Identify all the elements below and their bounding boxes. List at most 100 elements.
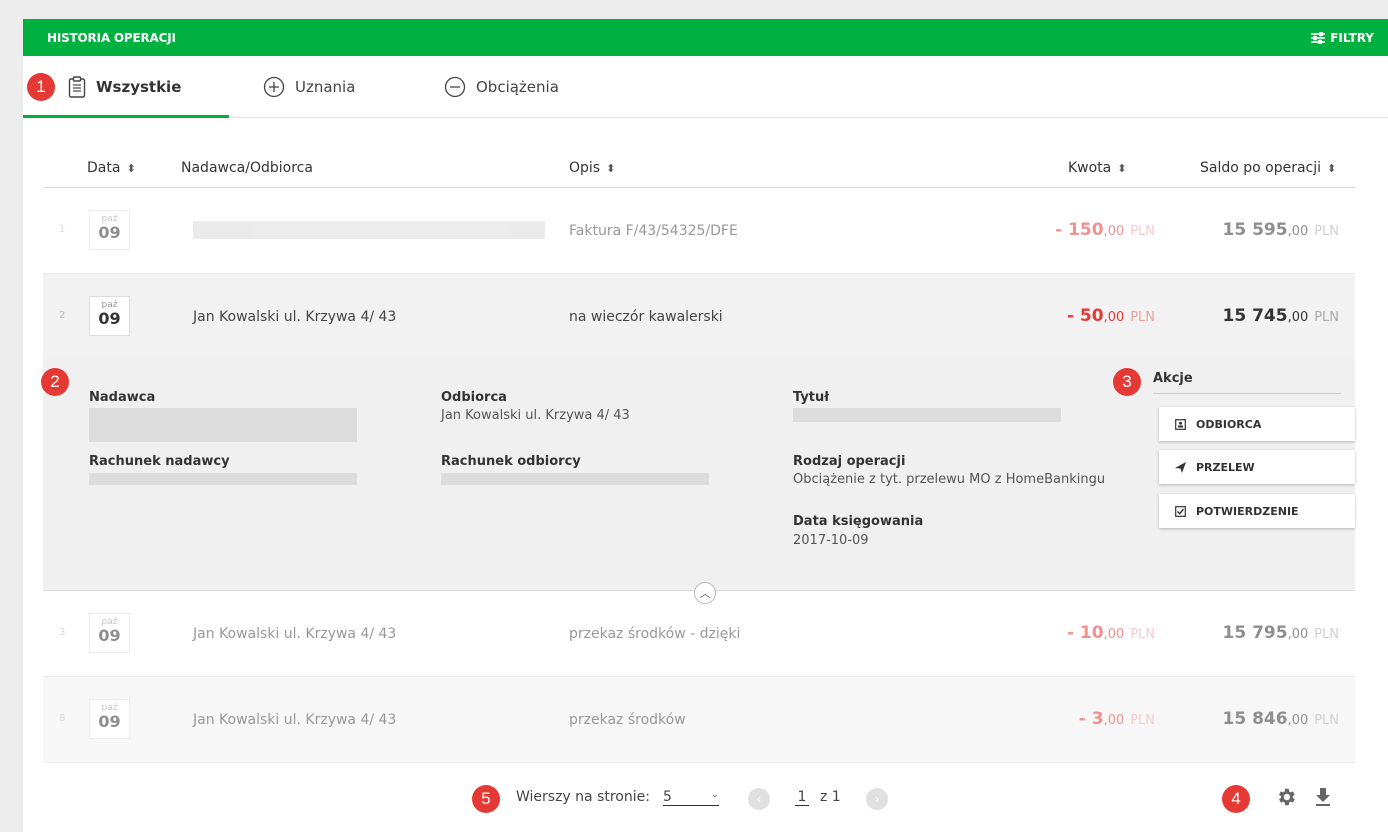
date-badge: paź 09 — [89, 296, 130, 336]
redacted-party — [193, 221, 545, 239]
row-amount: - 150,00 PLN — [1055, 220, 1155, 240]
prev-page-button[interactable]: ‹ — [748, 788, 770, 810]
table-header: Data ⬍ Nadawca/Odbiorca Opis ⬍ Kwota ⬍ S… — [43, 155, 1355, 188]
column-balance-label: Saldo po operacji — [1200, 160, 1322, 176]
tab-all-label: Wszystkie — [96, 78, 182, 96]
rows-per-page-value: 5 — [663, 789, 672, 805]
transfer-action-label: PRZELEW — [1196, 460, 1255, 474]
title-label: Tytuł — [793, 390, 830, 405]
annotation-badge: 1 — [27, 73, 55, 101]
filters-label: FILTRY — [1330, 30, 1374, 45]
operations-panel: HISTORIA OPERACJI FILTRY Wszystkie Uznan… — [23, 19, 1388, 832]
tab-debits-label: Obciążenia — [476, 78, 559, 96]
operation-details: Nadawca Rachunek nadawcy Odbiorca Jan Ko… — [43, 359, 1355, 604]
table-row[interactable]: 8 paź 09 Jan Kowalski ul. Krzywa 4/ 43 p… — [43, 677, 1355, 763]
row-balance: 15 745,00 PLN — [1222, 306, 1339, 326]
clipboard-icon — [68, 76, 86, 98]
row-number: 3 — [59, 627, 66, 638]
row-description: na wieczór kawalerski — [569, 309, 723, 325]
operation-type-label: Rodzaj operacji — [793, 454, 906, 469]
recipient-account-label: Rachunek odbiorcy — [441, 454, 581, 469]
row-amount: - 50,00 PLN — [1066, 306, 1155, 326]
table-row-expanded[interactable]: 2 paź 09 Jan Kowalski ul. Krzywa 4/ 43 n… — [43, 274, 1355, 360]
row-description: Faktura F/43/54325/DFE — [569, 223, 738, 239]
row-number: 1 — [59, 224, 66, 235]
date-day: 09 — [98, 712, 121, 731]
chevron-right-icon: › — [874, 792, 880, 806]
recipient-action-button[interactable]: ODBIORCA — [1159, 407, 1355, 441]
minus-circle-icon — [444, 76, 466, 98]
active-tab-indicator — [23, 115, 229, 118]
sender-account-label: Rachunek nadawcy — [89, 454, 230, 469]
chevron-up-icon: ︿ — [699, 587, 711, 600]
row-description: przekaz środków — [569, 712, 686, 728]
row-balance: 15 795,00 PLN — [1222, 623, 1339, 643]
redacted-sender-account — [89, 473, 357, 485]
column-party-label: Nadawca/Odbiorca — [181, 160, 313, 176]
tab-debits[interactable]: Obciążenia — [444, 56, 559, 118]
table-footer: Wierszy na stronie: 5 ⌄ ‹ 1 z 1 › — [43, 764, 1355, 832]
annotation-badge: 5 — [472, 785, 500, 813]
confirmation-action-label: POTWIERDZENIE — [1196, 504, 1299, 518]
row-party: Jan Kowalski ul. Krzywa 4/ 43 — [193, 309, 397, 325]
plus-circle-icon — [263, 76, 285, 98]
next-page-button[interactable]: › — [866, 788, 888, 810]
filters-button[interactable]: FILTRY — [1310, 31, 1374, 45]
booking-date-value: 2017-10-09 — [793, 533, 869, 548]
date-badge: paź 09 — [89, 210, 130, 250]
checkbox-icon — [1175, 505, 1186, 517]
sort-icon: ⬍ — [1117, 161, 1127, 175]
booking-date-label: Data księgowania — [793, 514, 924, 529]
redacted-recipient-account — [441, 473, 709, 485]
row-amount: - 3,00 PLN — [1078, 709, 1155, 729]
send-icon — [1175, 461, 1186, 473]
transfer-action-button[interactable]: PRZELEW — [1159, 450, 1355, 484]
confirmation-action-button[interactable]: POTWIERDZENIE — [1159, 494, 1355, 528]
table-row[interactable]: 1 paź 09 Faktura F/43/54325/DFE - 150,00… — [43, 188, 1355, 274]
redacted-sender — [89, 408, 357, 442]
tab-credits[interactable]: Uznania — [263, 56, 355, 118]
column-balance[interactable]: Saldo po operacji ⬍ — [1200, 160, 1336, 176]
collapse-details-button[interactable]: ︿ — [694, 582, 716, 604]
row-number: 8 — [59, 713, 66, 724]
chevron-down-icon: ⌄ — [710, 789, 719, 800]
column-amount[interactable]: Kwota ⬍ — [1068, 160, 1126, 176]
table-row[interactable]: 3 paź 09 Jan Kowalski ul. Krzywa 4/ 43 p… — [43, 591, 1355, 677]
column-description[interactable]: Opis ⬍ — [569, 160, 615, 176]
contact-card-icon — [1175, 418, 1186, 430]
tab-all[interactable]: Wszystkie — [68, 56, 181, 118]
tab-bar: Wszystkie Uznania Obciążenia — [23, 56, 1388, 118]
settings-icon — [1279, 788, 1295, 806]
recipient-value: Jan Kowalski ul. Krzywa 4/ 43 — [441, 408, 630, 423]
sender-label: Nadawca — [89, 390, 156, 405]
sort-icon: ⬍ — [606, 161, 616, 175]
row-party: Jan Kowalski ul. Krzywa 4/ 43 — [193, 626, 397, 642]
download-button[interactable] — [1313, 786, 1333, 812]
column-date-label: Data — [87, 160, 121, 176]
sort-icon: ⬍ — [1327, 161, 1337, 175]
column-date[interactable]: Data ⬍ — [87, 160, 136, 176]
row-description: przekaz środków - dzięki — [569, 626, 741, 642]
date-day: 09 — [98, 626, 121, 645]
column-party: Nadawca/Odbiorca — [181, 160, 313, 176]
annotation-badge: 2 — [41, 368, 69, 396]
column-description-label: Opis — [569, 160, 601, 176]
annotation-badge: 3 — [1113, 368, 1141, 396]
date-day: 09 — [98, 223, 121, 242]
operation-type-value: Obciążenie z tyt. przelewu MO z HomeBank… — [793, 472, 1106, 487]
settings-button[interactable] — [1275, 786, 1297, 812]
column-amount-label: Kwota — [1068, 160, 1112, 176]
tab-credits-label: Uznania — [295, 78, 356, 96]
page-number-input[interactable]: 1 — [795, 789, 809, 806]
row-balance: 15 595,00 PLN — [1222, 220, 1339, 240]
row-amount: - 10,00 PLN — [1066, 623, 1155, 643]
date-badge: paź 09 — [89, 699, 130, 739]
row-balance: 15 846,00 PLN — [1222, 709, 1339, 729]
annotation-badge: 4 — [1222, 785, 1250, 813]
sliders-icon — [1311, 31, 1326, 44]
row-party: Jan Kowalski ul. Krzywa 4/ 43 — [193, 712, 397, 728]
download-icon — [1316, 788, 1330, 806]
recipient-action-label: ODBIORCA — [1196, 417, 1262, 431]
chevron-left-icon: ‹ — [756, 792, 762, 806]
rows-per-page-select[interactable]: 5 ⌄ — [663, 789, 719, 806]
